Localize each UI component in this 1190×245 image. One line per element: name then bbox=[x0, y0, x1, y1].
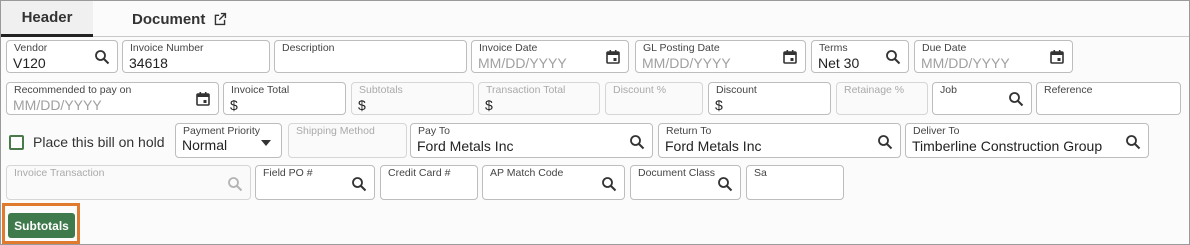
search-icon[interactable] bbox=[717, 176, 733, 192]
credit-card-field[interactable]: Credit Card # bbox=[380, 165, 478, 200]
return-to-value: Ford Metals Inc bbox=[665, 138, 762, 154]
recommended-pay-placeholder: MM/DD/YYYY bbox=[13, 97, 102, 113]
tab-document-label: Document bbox=[132, 10, 206, 28]
search-icon[interactable] bbox=[885, 49, 901, 65]
calendar-icon[interactable] bbox=[782, 49, 798, 65]
terms-label: Terms bbox=[819, 42, 848, 54]
invoice-number-value: 34618 bbox=[129, 55, 168, 71]
dropdown-arrow-icon[interactable] bbox=[258, 135, 274, 151]
subtotals-value: $ bbox=[358, 97, 366, 113]
subtotals-field: Subtotals $ bbox=[351, 82, 474, 115]
job-field[interactable]: Job bbox=[932, 82, 1032, 115]
field-po-field[interactable]: Field PO # bbox=[255, 165, 375, 200]
pay-to-value: Ford Metals Inc bbox=[417, 138, 514, 154]
search-icon[interactable] bbox=[94, 49, 110, 65]
hold-checkbox-label: Place this bill on hold bbox=[33, 134, 165, 150]
vendor-label: Vendor bbox=[14, 42, 48, 54]
invoice-date-placeholder: MM/DD/YYYY bbox=[478, 55, 567, 71]
return-to-label: Return To bbox=[666, 125, 712, 137]
return-to-field[interactable]: Return To Ford Metals Inc bbox=[658, 123, 901, 158]
pay-to-label: Pay To bbox=[418, 125, 450, 137]
transaction-total-field: Transaction Total $ bbox=[478, 82, 600, 115]
gl-posting-date-placeholder: MM/DD/YYYY bbox=[642, 55, 731, 71]
due-date-label: Due Date bbox=[922, 42, 967, 54]
invoice-form: Header Document Vendor V120 Invoice Numb… bbox=[0, 0, 1190, 245]
search-icon[interactable] bbox=[629, 134, 645, 150]
subtotals-button-highlight: Subtotals bbox=[2, 203, 80, 244]
document-class-label: Document Class bbox=[638, 167, 716, 179]
subtotals-button[interactable]: Subtotals bbox=[8, 213, 75, 238]
terms-value: Net 30 bbox=[818, 55, 860, 71]
hold-checkbox-row[interactable]: Place this bill on hold bbox=[9, 134, 165, 150]
vendor-field[interactable]: Vendor V120 bbox=[6, 40, 118, 73]
retainage-percent-label: Retainage % bbox=[844, 84, 905, 96]
invoice-transaction-field: Invoice Transaction bbox=[6, 165, 251, 200]
hold-checkbox[interactable] bbox=[9, 134, 24, 150]
discount-percent-field: Discount % bbox=[605, 82, 703, 115]
ap-match-code-field[interactable]: AP Match Code bbox=[482, 165, 625, 200]
discount-value: $ bbox=[715, 97, 723, 113]
search-icon[interactable] bbox=[601, 176, 617, 192]
sa-field[interactable]: Sa bbox=[746, 165, 844, 200]
tab-document[interactable]: Document bbox=[132, 1, 227, 37]
search-icon bbox=[228, 177, 243, 192]
invoice-date-field[interactable]: Invoice Date MM/DD/YYYY bbox=[471, 40, 629, 73]
reference-field[interactable]: Reference bbox=[1036, 82, 1181, 115]
due-date-placeholder: MM/DD/YYYY bbox=[921, 55, 1010, 71]
job-label: Job bbox=[940, 84, 957, 96]
calendar-icon[interactable] bbox=[605, 49, 621, 65]
invoice-total-value: $ bbox=[230, 97, 238, 113]
discount-percent-label: Discount % bbox=[613, 84, 667, 96]
due-date-field[interactable]: Due Date MM/DD/YYYY bbox=[914, 40, 1073, 73]
discount-field[interactable]: Discount $ bbox=[708, 82, 831, 115]
invoice-total-field[interactable]: Invoice Total $ bbox=[223, 82, 346, 115]
vendor-value: V120 bbox=[13, 55, 46, 71]
invoice-date-label: Invoice Date bbox=[479, 42, 538, 54]
invoice-total-label: Invoice Total bbox=[231, 84, 290, 96]
invoice-number-label: Invoice Number bbox=[130, 42, 204, 54]
deliver-to-value: Timberline Construction Group bbox=[912, 138, 1103, 154]
credit-card-label: Credit Card # bbox=[388, 167, 451, 179]
transaction-total-value: $ bbox=[485, 97, 493, 113]
payment-priority-label: Payment Priority bbox=[183, 125, 261, 137]
retainage-percent-field: Retainage % bbox=[836, 82, 928, 115]
shipping-method-field: Shipping Method bbox=[288, 123, 407, 158]
calendar-icon[interactable] bbox=[195, 91, 211, 107]
terms-field[interactable]: Terms Net 30 bbox=[811, 40, 909, 73]
deliver-to-label: Deliver To bbox=[913, 125, 960, 137]
invoice-number-field[interactable]: Invoice Number 34618 bbox=[122, 40, 270, 73]
search-icon[interactable] bbox=[1125, 134, 1141, 150]
gl-posting-date-label: GL Posting Date bbox=[643, 42, 720, 54]
recommended-pay-date-field[interactable]: Recommended to pay on MM/DD/YYYY bbox=[6, 82, 219, 115]
transaction-total-label: Transaction Total bbox=[486, 84, 566, 96]
deliver-to-field[interactable]: Deliver To Timberline Construction Group bbox=[905, 123, 1149, 158]
invoice-transaction-label: Invoice Transaction bbox=[14, 167, 105, 179]
payment-priority-select[interactable]: Payment Priority Normal bbox=[175, 123, 282, 158]
search-icon[interactable] bbox=[351, 176, 367, 192]
search-icon[interactable] bbox=[877, 134, 893, 150]
shipping-method-label: Shipping Method bbox=[296, 125, 375, 137]
description-label: Description bbox=[282, 42, 335, 54]
payment-priority-value: Normal bbox=[182, 137, 228, 153]
external-link-icon bbox=[215, 12, 227, 26]
document-class-field[interactable]: Document Class bbox=[630, 165, 741, 200]
tab-header[interactable]: Header bbox=[1, 1, 93, 37]
reference-label: Reference bbox=[1044, 84, 1093, 96]
recommended-pay-label: Recommended to pay on bbox=[14, 84, 132, 96]
subtotals-label: Subtotals bbox=[359, 84, 403, 96]
description-field[interactable]: Description bbox=[274, 40, 467, 73]
tab-bar: Header Document bbox=[1, 1, 1189, 37]
pay-to-field[interactable]: Pay To Ford Metals Inc bbox=[410, 123, 653, 158]
calendar-icon[interactable] bbox=[1049, 49, 1065, 65]
search-icon[interactable] bbox=[1008, 91, 1024, 107]
discount-label: Discount bbox=[716, 84, 757, 96]
sa-label: Sa bbox=[754, 167, 767, 179]
field-po-label: Field PO # bbox=[263, 167, 313, 179]
tab-header-label: Header bbox=[21, 9, 73, 26]
gl-posting-date-field[interactable]: GL Posting Date MM/DD/YYYY bbox=[635, 40, 806, 73]
ap-match-code-label: AP Match Code bbox=[490, 167, 564, 179]
